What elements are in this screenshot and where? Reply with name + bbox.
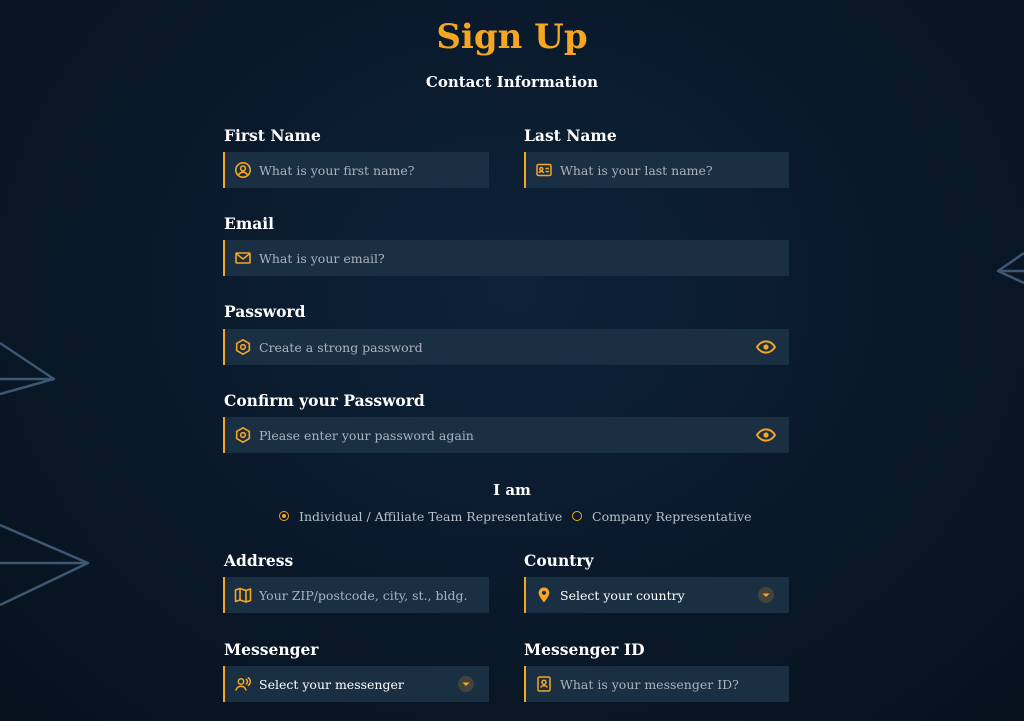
chevron-down-icon[interactable]	[755, 584, 777, 606]
hexagon-lock-icon	[234, 338, 252, 356]
email-input[interactable]	[259, 240, 789, 276]
eye-icon[interactable]	[755, 424, 777, 446]
role-option-label: Company Representative	[592, 508, 752, 524]
eye-icon[interactable]	[755, 336, 777, 358]
radio-selected[interactable]	[279, 511, 289, 521]
envelope-icon	[234, 249, 252, 267]
messenger-id-field[interactable]	[524, 666, 789, 702]
address-input[interactable]	[259, 577, 489, 613]
last-name-label: Last Name	[524, 126, 617, 145]
first-name-label: First Name	[224, 126, 321, 145]
email-label: Email	[224, 214, 275, 233]
section-subtitle: Contact Information	[425, 73, 599, 91]
id-card-icon	[535, 161, 553, 179]
last-name-input[interactable]	[560, 152, 789, 188]
role-option-individual[interactable]: Individual / Affiliate Team Representati…	[279, 506, 562, 526]
last-name-field[interactable]	[524, 152, 789, 188]
password-field[interactable]	[223, 329, 789, 365]
page-title: Sign Up	[436, 17, 588, 57]
password-input[interactable]	[259, 329, 755, 365]
password-label: Password	[224, 302, 306, 321]
confirm-password-input[interactable]	[259, 417, 755, 453]
confirm-password-label: Confirm your Password	[224, 391, 425, 410]
chevron-down-icon[interactable]	[455, 673, 477, 695]
user-voice-icon	[234, 675, 252, 693]
role-label: I am	[493, 481, 531, 499]
user-circle-icon	[234, 161, 252, 179]
first-name-input[interactable]	[259, 152, 489, 188]
confirm-password-field[interactable]	[223, 417, 789, 453]
role-option-label: Individual / Affiliate Team Representati…	[299, 508, 563, 524]
role-option-company[interactable]: Company Representative	[572, 506, 752, 526]
radio-unselected[interactable]	[572, 511, 582, 521]
messenger-id-label: Messenger ID	[524, 640, 645, 659]
location-pin-icon	[535, 586, 553, 604]
email-field[interactable]	[223, 240, 789, 276]
hexagon-lock-icon	[234, 426, 252, 444]
messenger-label: Messenger	[224, 640, 319, 659]
messenger-select-value: Select your messenger	[259, 676, 404, 692]
map-icon	[234, 586, 252, 604]
messenger-select[interactable]: Select your messenger	[223, 666, 489, 702]
id-badge-icon	[535, 675, 553, 693]
messenger-id-input[interactable]	[560, 666, 789, 702]
country-select-value: Select your country	[560, 587, 685, 603]
first-name-field[interactable]	[223, 152, 489, 188]
address-label: Address	[224, 551, 294, 570]
address-field[interactable]	[223, 577, 489, 613]
country-label: Country	[524, 551, 594, 570]
country-select[interactable]: Select your country	[524, 577, 789, 613]
